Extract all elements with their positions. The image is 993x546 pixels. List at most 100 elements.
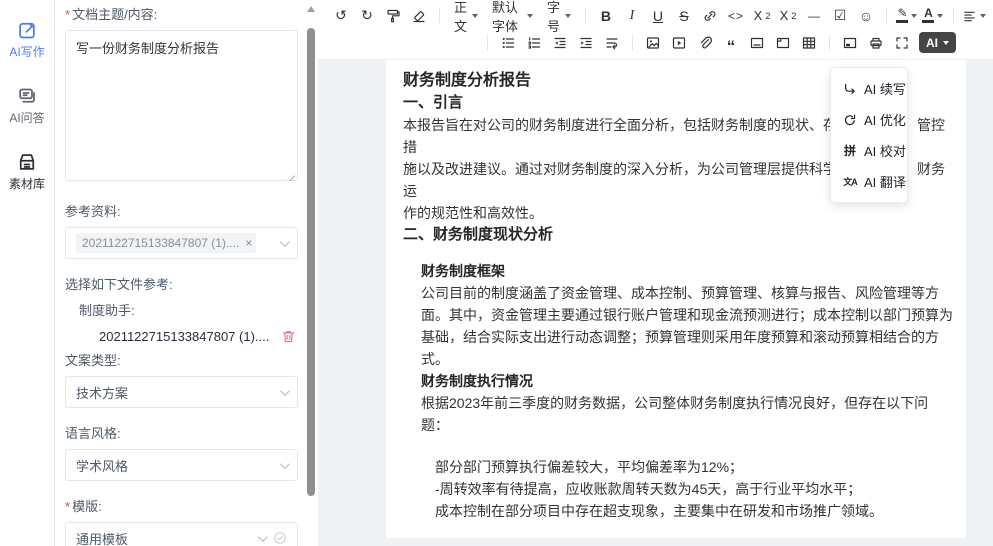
fullscreen-icon <box>894 35 910 51</box>
font-size-dropdown[interactable]: 字号 <box>540 4 578 28</box>
font-color-dropdown[interactable]: A <box>921 4 945 28</box>
undo-button[interactable]: ↺ <box>329 4 353 28</box>
caret-down-icon <box>980 14 986 18</box>
todo-list-button[interactable]: ☑ <box>828 4 852 28</box>
underline-button[interactable]: U <box>646 4 670 28</box>
nav-item-ai-qa[interactable]: AI问答 <box>9 86 44 126</box>
ai-tools-dropdown[interactable]: AI <box>919 32 956 53</box>
indent-icon <box>578 35 594 51</box>
link-icon <box>702 8 718 24</box>
template-select[interactable]: 通用模板 <box>65 522 298 546</box>
style-select[interactable]: 学术风格 <box>65 449 298 481</box>
continue-writing-icon <box>843 82 857 96</box>
insert-table-button[interactable] <box>797 31 821 55</box>
italic-button[interactable]: I <box>620 4 644 28</box>
doc-paragraph-execution: 根据2023年前三季度的财务数据，公司整体财务制度执行情况良好，但存在以下问题： <box>421 392 954 436</box>
ordered-list-button[interactable] <box>522 31 546 55</box>
scroll-up-arrow-icon[interactable] <box>307 6 315 12</box>
doc-issue-line: 成本控制在部分项目中存在超支现象，主要集中在研发和市场推广领域。 <box>435 500 954 522</box>
file-reference-row: 2021122715133847807 (1).... <box>99 329 298 344</box>
outdent-icon <box>552 35 568 51</box>
nav-item-ai-write[interactable]: AI写作 <box>9 20 44 60</box>
doc-type-select[interactable]: 技术方案 <box>65 376 298 408</box>
attachment-button[interactable] <box>693 31 717 55</box>
insert-image-button[interactable] <box>641 31 665 55</box>
caret-down-icon <box>565 14 571 18</box>
divider-block-icon <box>749 35 765 51</box>
library-icon <box>17 152 37 172</box>
format-painter-button[interactable] <box>381 4 405 28</box>
reference-tag-text: 2021122715133847807 (1).... <box>82 236 239 250</box>
doc-type-label: 文案类型: <box>65 350 298 369</box>
print-icon <box>868 35 884 51</box>
menu-item-label: AI 续写 <box>864 79 906 98</box>
reference-select[interactable]: 2021122715133847807 (1).... × <box>65 227 298 259</box>
fullscreen-button[interactable] <box>890 31 914 55</box>
required-mark: * <box>65 499 70 514</box>
nav-rail: AI写作 AI问答 素材库 <box>0 0 55 546</box>
menu-item-label: AI 优化 <box>864 110 906 129</box>
text-wrap-button[interactable] <box>600 31 624 55</box>
style-label: 语言风格: <box>65 423 298 442</box>
link-button[interactable] <box>698 4 722 28</box>
tag-close-icon[interactable]: × <box>245 236 252 250</box>
doc-heading-status: 二、财务制度现状分析 <box>403 224 954 246</box>
paragraph-style-dropdown[interactable]: 正文 <box>447 4 485 28</box>
nav-item-label: AI写作 <box>9 43 44 60</box>
indent-button[interactable] <box>574 31 598 55</box>
doc-type-group: 文案类型: 技术方案 <box>65 350 298 408</box>
doc-issue-line: -周转效率有待提高，应收账款周转天数为45天，高于行业平均水平； <box>435 478 954 500</box>
inline-code-button[interactable]: <> <box>724 4 748 28</box>
reference-tag: 2021122715133847807 (1).... × <box>76 233 256 253</box>
table-icon <box>801 35 817 51</box>
divider-block-button[interactable] <box>745 31 769 55</box>
ai-qa-icon <box>17 86 37 106</box>
file-name: 2021122715133847807 (1).... <box>99 329 281 344</box>
caret-down-icon <box>911 14 917 18</box>
ordered-list-icon <box>526 35 542 51</box>
blockquote-button[interactable]: “ <box>719 31 743 55</box>
code-block-button[interactable] <box>771 31 795 55</box>
align-dropdown[interactable] <box>962 4 986 28</box>
image-icon <box>645 35 661 51</box>
bold-button[interactable]: B <box>594 4 618 28</box>
superscript-button[interactable]: X2 <box>776 4 800 28</box>
menu-item-ai-translate[interactable]: 文A AI 翻译 <box>831 166 907 197</box>
style-group: 语言风格: 学术风格 <box>65 423 298 481</box>
bullet-list-icon <box>500 35 516 51</box>
nav-item-library[interactable]: 素材库 <box>9 152 45 192</box>
chevron-down-icon <box>280 386 290 396</box>
caret-down-icon <box>472 14 478 18</box>
menu-item-ai-optimize[interactable]: AI 优化 <box>831 104 907 135</box>
horizontal-rule-button[interactable]: — <box>802 4 826 28</box>
scrollbar-thumb[interactable] <box>307 28 315 496</box>
strikethrough-button[interactable]: S <box>672 4 696 28</box>
align-icon <box>962 8 977 24</box>
menu-item-ai-continue[interactable]: AI 续写 <box>831 73 907 104</box>
doc-type-value: 技术方案 <box>76 383 128 402</box>
highlight-color-dropdown[interactable]: ✎ <box>895 4 919 28</box>
style-value: 学术风格 <box>76 456 128 475</box>
bullet-list-button[interactable] <box>496 31 520 55</box>
paperclip-icon <box>697 35 713 51</box>
topic-input[interactable]: 写一份财务制度分析报告 <box>65 30 298 181</box>
subscript-button[interactable]: X2 <box>750 4 774 28</box>
menu-item-ai-proofread[interactable]: 拼 AI 校对 <box>831 135 907 166</box>
source-view-button[interactable] <box>838 31 862 55</box>
eraser-button[interactable] <box>407 4 431 28</box>
font-family-dropdown[interactable]: 默认字体 <box>485 4 540 28</box>
trash-icon[interactable] <box>281 329 296 344</box>
insert-video-button[interactable] <box>667 31 691 55</box>
required-mark: * <box>65 7 70 22</box>
template-label: *模版: <box>65 496 298 515</box>
app: AI写作 AI问答 素材库 *文档主题/内容: 写一份财务制度分析报告 参考资 <box>0 0 993 546</box>
redo-button[interactable]: ↻ <box>355 4 379 28</box>
eraser-icon <box>411 8 427 24</box>
caret-down-icon <box>943 41 949 45</box>
caret-down-icon <box>937 14 943 18</box>
outdent-button[interactable] <box>548 31 572 55</box>
doc-issue-line: 部分部门预算执行偏差较大，平均偏差率为12%； <box>435 456 954 478</box>
panel-scrollbar[interactable] <box>305 0 317 546</box>
emoji-button[interactable]: ☺ <box>854 4 878 28</box>
print-button[interactable] <box>864 31 888 55</box>
